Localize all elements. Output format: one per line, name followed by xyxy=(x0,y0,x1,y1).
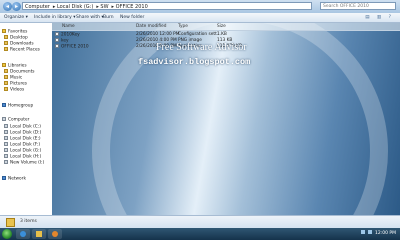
item-count: 3 items xyxy=(20,219,37,224)
file-date: 2/26/2010 12:00 PM xyxy=(136,32,180,37)
sidebar-computer[interactable]: Computer xyxy=(2,117,29,123)
share-with-button[interactable]: Share with ▾ xyxy=(76,13,104,22)
sidebar-libraries[interactable]: Libraries xyxy=(2,63,27,69)
navigation-pane: Favorites Desktop Downloads Recent Place… xyxy=(0,23,52,215)
file-type: Configuration sett... xyxy=(178,32,221,37)
burn-button[interactable]: Burn xyxy=(103,13,114,22)
column-type[interactable]: Type xyxy=(178,23,188,30)
volume-icon[interactable] xyxy=(368,230,372,234)
music-icon xyxy=(4,75,8,79)
organize-button[interactable]: Organize ▾ xyxy=(4,13,28,22)
file-size: 1 KB xyxy=(217,32,227,37)
drive-icon xyxy=(4,124,8,128)
file-name: key xyxy=(61,38,69,44)
drive-icon xyxy=(4,148,8,152)
sidebar-item-drive-g[interactable]: Local Disk (G:) xyxy=(4,148,41,154)
taskbar-ie-button[interactable] xyxy=(16,229,30,239)
ie-icon xyxy=(20,231,26,237)
start-button[interactable] xyxy=(2,229,12,239)
taskbar-explorer-button[interactable] xyxy=(32,229,46,239)
folder-icon xyxy=(36,231,42,237)
file-name: 2010Key xyxy=(61,32,80,38)
sidebar-item-drive-e[interactable]: Local Disk (E:) xyxy=(4,136,41,142)
network-icon xyxy=(2,176,6,180)
settings-file-icon xyxy=(55,32,59,36)
sidebar-item-videos[interactable]: Videos xyxy=(4,87,24,93)
documents-icon xyxy=(4,69,8,73)
column-size[interactable]: Size xyxy=(217,23,226,30)
sidebar-item-drive-f[interactable]: Local Disk (F:) xyxy=(4,142,40,148)
network-icon[interactable] xyxy=(361,230,365,234)
folder-icon xyxy=(4,41,8,45)
sidebar-item-documents[interactable]: Documents xyxy=(4,69,35,75)
sidebar-item-drive-h[interactable]: Local Disk (H:) xyxy=(4,154,41,160)
breadcrumb-computer[interactable]: Computer xyxy=(25,4,50,9)
command-bar: Organize ▾ Include in library ▾ Share wi… xyxy=(0,13,400,23)
homegroup-icon xyxy=(2,103,6,107)
sidebar-item-recent-places[interactable]: Recent Places xyxy=(4,47,40,53)
image-file-icon xyxy=(55,38,59,42)
column-name[interactable]: Name xyxy=(62,23,75,30)
taskbar-media-player-button[interactable] xyxy=(48,229,62,239)
drive-icon xyxy=(4,130,8,134)
drive-icon xyxy=(4,142,8,146)
sidebar-item-drive-c[interactable]: Local Disk (C:) xyxy=(4,124,41,130)
library-icon xyxy=(2,63,6,67)
address-bar[interactable]: Computer ▸ Local Disk (G:) ▸ SW ▸ OFFICE 20… xyxy=(22,2,312,10)
sidebar-item-drive-i[interactable]: New Volume (I:) xyxy=(4,160,44,166)
taskbar: 12:00 PM xyxy=(0,228,400,240)
drive-icon xyxy=(4,136,8,140)
new-folder-button[interactable]: New folder xyxy=(120,13,144,22)
sidebar-network[interactable]: Network xyxy=(2,176,26,182)
column-date-modified[interactable]: Date modified xyxy=(136,23,166,30)
overlay-url: fsadvisor.blogspot.com xyxy=(138,57,251,67)
drive-icon xyxy=(4,154,8,158)
file-row[interactable]: 2010Key 2/26/2010 12:00 PM Configuration… xyxy=(52,32,400,38)
pictures-icon xyxy=(4,81,8,85)
overlay-title: Free Software Advisor xyxy=(156,42,247,53)
folder-icon xyxy=(4,47,8,51)
explorer-window: ◂ ▸ Computer ▸ Local Disk (G:) ▸ SW ▸ OFFIC… xyxy=(0,0,400,229)
application-file-icon xyxy=(55,44,59,48)
sidebar-item-downloads[interactable]: Downloads xyxy=(4,41,34,47)
details-pane: 3 items xyxy=(0,215,400,229)
clock[interactable]: 12:00 PM xyxy=(375,231,396,236)
breadcrumb-office[interactable]: OFFICE 2010 xyxy=(116,4,148,9)
column-headers: Name Date modified Type Size xyxy=(52,23,400,31)
include-in-library-button[interactable]: Include in library ▾ xyxy=(34,13,76,22)
search-input[interactable]: Search OFFICE 2010 xyxy=(320,2,396,10)
sidebar-item-music[interactable]: Music xyxy=(4,75,22,81)
forward-button[interactable]: ▸ xyxy=(12,2,21,11)
sidebar-favorites[interactable]: Favorites xyxy=(2,29,27,35)
sidebar-item-drive-d[interactable]: Local Disk (D:) xyxy=(4,130,41,136)
sidebar-item-desktop[interactable]: Desktop xyxy=(4,35,28,41)
back-button[interactable]: ◂ xyxy=(3,2,12,11)
drive-icon xyxy=(4,160,8,164)
sidebar-item-pictures[interactable]: Pictures xyxy=(4,81,27,87)
system-tray: 12:00 PM xyxy=(361,228,396,240)
file-list-pane: Name Date modified Type Size 2010Key 2/2… xyxy=(52,23,400,215)
star-icon xyxy=(2,29,6,33)
view-options-icon[interactable]: ▤ ▥ ? xyxy=(365,13,394,22)
media-player-icon xyxy=(52,231,58,237)
address-bar-row: ◂ ▸ Computer ▸ Local Disk (G:) ▸ SW ▸ OFFIC… xyxy=(0,0,400,13)
folder-icon xyxy=(6,218,15,227)
folder-icon xyxy=(4,35,8,39)
breadcrumb-sw[interactable]: SW xyxy=(100,4,108,9)
sidebar-homegroup[interactable]: Homegroup xyxy=(2,103,33,109)
breadcrumb-drive[interactable]: Local Disk (G:) xyxy=(57,4,93,9)
computer-icon xyxy=(2,117,6,121)
file-name: OFFICE 2010 xyxy=(61,44,89,50)
videos-icon xyxy=(4,87,8,91)
